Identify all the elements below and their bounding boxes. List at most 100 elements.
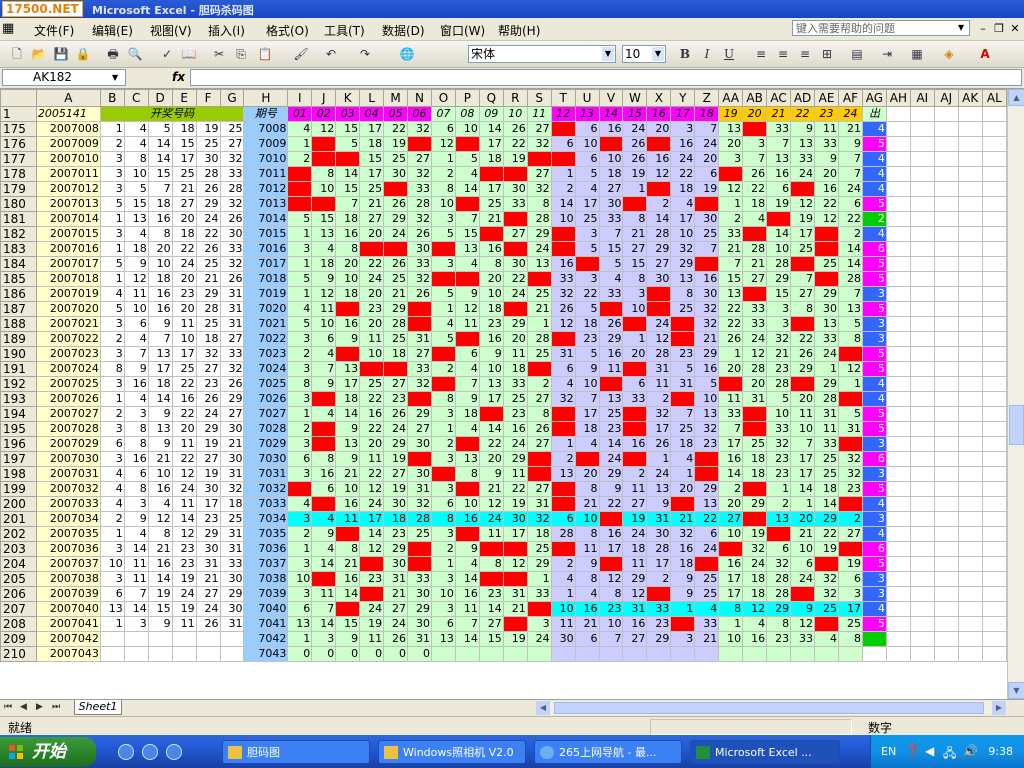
draw-number-cell[interactable]: 21	[219, 436, 245, 452]
draw-number-cell[interactable]: 33	[219, 346, 245, 362]
empty-cell[interactable]	[909, 211, 935, 227]
grid-value-cell[interactable]: 17	[718, 436, 744, 452]
grid-value-cell[interactable]: 13	[694, 406, 720, 422]
empty-cell[interactable]	[933, 586, 959, 602]
draw-number-cell[interactable]: 16	[171, 391, 197, 407]
empty-cell[interactable]	[909, 496, 935, 512]
grid-value-cell[interactable]: 17	[574, 406, 600, 422]
grid-value-cell[interactable]: 32	[694, 256, 720, 272]
grid-value-cell[interactable]	[550, 121, 576, 137]
grid-value-cell[interactable]: 21	[622, 226, 648, 242]
draw-number-cell[interactable]: 18	[147, 376, 173, 392]
grid-value-cell[interactable]: 3	[430, 571, 456, 587]
grid-value-cell[interactable]: 12	[359, 541, 385, 557]
grid-value-cell[interactable]: 32	[766, 436, 792, 452]
empty-cell[interactable]	[909, 616, 935, 632]
grid-value-cell[interactable]: 26	[790, 346, 816, 362]
row-header[interactable]: 198	[0, 466, 37, 482]
grid-value-cell[interactable]: 21	[478, 481, 504, 497]
draw-number-cell[interactable]: 18	[195, 331, 221, 347]
draw-number-cell[interactable]: 19	[195, 121, 221, 137]
empty-cell[interactable]	[957, 541, 983, 557]
period-cell[interactable]: 7030	[243, 451, 289, 467]
draw-number-cell[interactable]: 3	[99, 421, 125, 437]
grid-value-cell[interactable]: 15	[335, 616, 361, 632]
empty-cell[interactable]	[933, 151, 959, 167]
grid-value-cell[interactable]: 30	[407, 616, 432, 632]
draw-number-cell[interactable]: 8	[123, 151, 149, 167]
draw-number-cell[interactable]: 22	[171, 406, 197, 422]
grid-value-cell[interactable]: 11	[502, 346, 528, 362]
number-header[interactable]: 15	[622, 106, 648, 122]
out-count-cell[interactable]: 5	[861, 136, 887, 152]
fill-color-icon[interactable]: ◈	[940, 45, 958, 63]
grid-value-cell[interactable]: 25	[742, 436, 768, 452]
grid-value-cell[interactable]: 18	[742, 571, 768, 587]
grid-value-cell[interactable]: 6	[287, 451, 313, 467]
column-header[interactable]: X	[646, 89, 672, 107]
grid-value-cell[interactable]: 16	[478, 241, 504, 257]
row-header[interactable]: 207	[0, 601, 37, 617]
empty-cell[interactable]	[885, 376, 911, 392]
draw-number-cell[interactable]: 10	[147, 256, 173, 272]
grid-value-cell[interactable]: 2	[646, 391, 672, 407]
draw-number-cell[interactable]: 11	[171, 436, 197, 452]
draw-number-cell[interactable]: 31	[219, 541, 245, 557]
grid-value-cell[interactable]: 3	[430, 256, 456, 272]
grid-value-cell[interactable]: 23	[790, 376, 816, 392]
draw-number-cell[interactable]: 29	[195, 286, 221, 302]
draw-number-cell[interactable]: 2	[99, 406, 125, 422]
empty-cell[interactable]	[885, 211, 911, 227]
draw-number-cell[interactable]: 33	[219, 556, 245, 572]
grid-value-cell[interactable]: 25	[502, 391, 528, 407]
out-count-cell[interactable]: 4	[861, 601, 887, 617]
grid-value-cell[interactable]: 8	[622, 211, 648, 227]
empty-cell[interactable]	[957, 496, 983, 512]
grid-value-cell[interactable]: 18	[335, 211, 361, 227]
draw-number-cell[interactable]: 32	[219, 481, 245, 497]
draw-number-cell[interactable]: 3	[99, 541, 125, 557]
draw-number-cell[interactable]: 24	[171, 586, 197, 602]
grid-value-cell[interactable]: 12	[502, 556, 528, 572]
grid-value-cell[interactable]: 32	[526, 136, 552, 152]
grid-value-cell[interactable]: 12	[790, 616, 816, 632]
grid-value-cell[interactable]: 3	[766, 301, 792, 317]
draw-number-cell[interactable]: 20	[171, 301, 197, 317]
grid-value-cell[interactable]: 22	[718, 301, 744, 317]
empty-cell[interactable]	[957, 421, 983, 437]
grid-value-cell[interactable]: 6	[287, 601, 313, 617]
draw-number-cell[interactable]: 27	[219, 136, 245, 152]
grid-value-cell[interactable]: 31	[407, 556, 432, 572]
draw-number-cell[interactable]: 21	[195, 571, 221, 587]
out-count-cell[interactable]: 4	[861, 496, 887, 512]
empty-cell[interactable]	[885, 496, 911, 512]
grid-value-cell[interactable]: 31	[646, 511, 672, 527]
grid-value-cell[interactable]: 32	[526, 181, 552, 197]
empty-cell[interactable]	[933, 241, 959, 257]
grid-value-cell[interactable]: 11	[718, 391, 744, 407]
grid-value-cell[interactable]: 16	[359, 406, 385, 422]
empty-cell[interactable]	[933, 421, 959, 437]
grid-value-cell[interactable]: 27	[622, 496, 648, 512]
out-count-cell[interactable]: 3	[861, 571, 887, 587]
grid-value-cell[interactable]: 26	[407, 226, 432, 242]
grid-value-cell[interactable]: 27	[790, 286, 816, 302]
grid-value-cell[interactable]: 7	[454, 211, 480, 227]
grid-value-cell[interactable]: 6	[454, 346, 480, 362]
out-count-cell[interactable]: 5	[861, 271, 887, 287]
grid-value-cell[interactable]: 17	[574, 196, 600, 212]
grid-value-cell[interactable]: 8	[287, 376, 313, 392]
grid-value-cell[interactable]: 25	[598, 406, 624, 422]
number-header[interactable]: 04	[359, 106, 385, 122]
draw-number-cell[interactable]: 10	[147, 466, 173, 482]
font-name-select[interactable]: 宋体 ▼	[468, 45, 616, 63]
minimize-icon[interactable]: –	[976, 22, 990, 35]
grid-value-cell[interactable]: 10	[670, 226, 696, 242]
draw-number-cell[interactable]: 11	[123, 571, 149, 587]
grid-value-cell[interactable]: 25	[574, 211, 600, 227]
grid-value-cell[interactable]: 31	[622, 601, 648, 617]
draw-number-cell[interactable]: 29	[219, 586, 245, 602]
menu-tools[interactable]: 工具(T)	[324, 22, 365, 39]
grid-value-cell[interactable]: 29	[407, 601, 432, 617]
grid-value-cell[interactable]: 3	[430, 406, 456, 422]
